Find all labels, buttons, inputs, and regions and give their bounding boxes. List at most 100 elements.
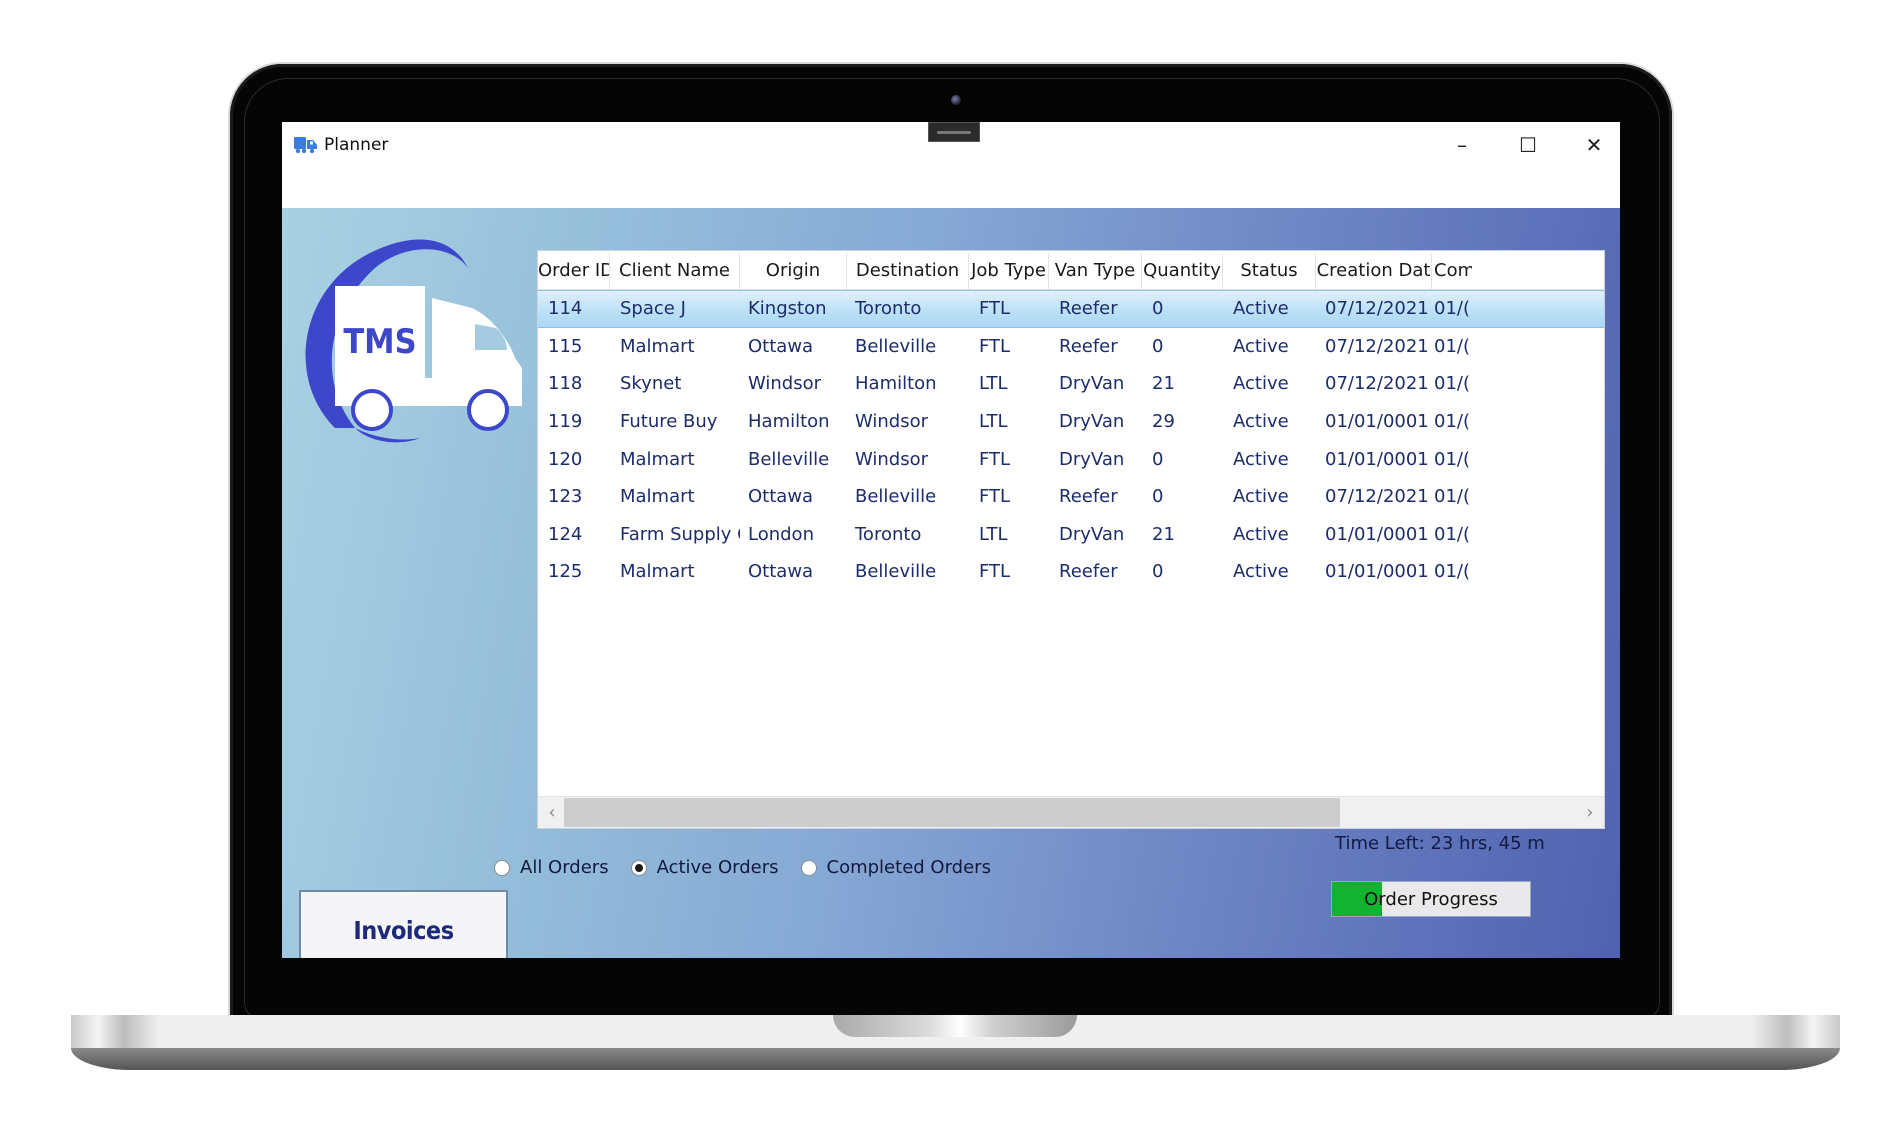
cell-completion-date: 01/(: [1434, 561, 1470, 583]
cell-origin: Ottawa: [748, 561, 814, 583]
cell-order-id: 124: [548, 523, 583, 545]
column-header-completion-date[interactable]: Com: [1432, 253, 1472, 289]
cell-van-type: DryVan: [1059, 523, 1125, 545]
time-left-label: Time Left: 23 hrs, 45 m: [1335, 833, 1545, 854]
cell-completion-date: 01/(: [1434, 335, 1470, 357]
app-window: Planner – ☐ ✕ TMS Invoices Orders: [282, 122, 1620, 958]
cell-van-type: Reefer: [1059, 486, 1118, 508]
cell-origin: Belleville: [748, 448, 830, 470]
cell-completion-date: 01/(: [1434, 486, 1470, 508]
cell-creation-date: 01/01/0001: [1325, 523, 1429, 545]
radio-label: Completed Orders: [826, 857, 991, 878]
cell-origin: London: [748, 523, 814, 545]
cell-van-type: Reefer: [1059, 561, 1118, 583]
cell-job-type: LTL: [979, 411, 1008, 433]
radio-completed-orders[interactable]: Completed Orders: [800, 857, 991, 878]
cell-creation-date: 07/12/2021: [1325, 486, 1429, 508]
column-header-job-type[interactable]: Job Type: [969, 253, 1049, 289]
cell-completion-date: 01/(: [1434, 373, 1470, 395]
cell-job-type: LTL: [979, 373, 1008, 395]
table-body: 114 Space J Kingston Toronto FTL Reefer 0 Activ…: [538, 290, 1604, 591]
table-row[interactable]: 120 Malmart Belleville Windsor FTL DryVan 0 Act…: [538, 440, 1604, 478]
cell-origin: Kingston: [748, 298, 827, 320]
cell-quantity: 0: [1152, 335, 1164, 357]
table-row[interactable]: 119 Future Buy Hamilton Windsor LTL DryVan 29 A…: [538, 403, 1604, 441]
cell-destination: Windsor: [855, 448, 929, 470]
scrollbar-thumb[interactable]: [564, 798, 1340, 827]
cell-quantity: 21: [1152, 523, 1175, 545]
cell-van-type: Reefer: [1059, 335, 1118, 357]
table-row[interactable]: 125 Malmart Ottawa Belleville FTL Reefer 0 Acti…: [538, 553, 1604, 591]
scroll-right-button[interactable]: ›: [1578, 797, 1602, 828]
order-filter-radio-group: All Orders Active Orders Completed Order…: [494, 857, 1013, 878]
table-row[interactable]: 123 Malmart Ottawa Belleville FTL Reefer 0 Acti…: [538, 478, 1604, 516]
column-header-creation-date[interactable]: Creation Dat: [1316, 253, 1432, 289]
cell-completion-date: 01/(: [1434, 523, 1470, 545]
laptop-base-shadow: [71, 1048, 1840, 1070]
laptop-hinge: [833, 1015, 1077, 1037]
cell-order-id: 120: [548, 448, 583, 470]
scroll-left-button[interactable]: ‹: [540, 797, 564, 828]
cell-order-id: 125: [548, 561, 583, 583]
minimize-button[interactable]: –: [1434, 128, 1490, 162]
radio-button[interactable]: [494, 859, 510, 876]
cell-job-type: FTL: [979, 561, 1011, 583]
horizontal-scrollbar[interactable]: ‹ ›: [538, 796, 1604, 828]
radio-label: Active Orders: [656, 857, 779, 878]
cell-job-type: FTL: [979, 298, 1011, 320]
cell-origin: Hamilton: [748, 411, 830, 433]
cell-completion-date: 01/(: [1434, 298, 1470, 320]
cell-creation-date: 07/12/2021: [1325, 298, 1429, 320]
cell-status: Active: [1233, 411, 1289, 433]
close-icon: ✕: [1585, 133, 1603, 157]
cell-status: Active: [1233, 373, 1289, 395]
tms-truck-logo: TMS: [305, 239, 522, 443]
cell-status: Active: [1233, 523, 1289, 545]
radio-all-orders[interactable]: All Orders: [494, 857, 609, 878]
maximize-button[interactable]: ☐: [1500, 128, 1556, 162]
cell-client-name: Farm Supply Co: [620, 523, 740, 545]
column-header-client-name[interactable]: Client Name: [610, 253, 740, 289]
table-row[interactable]: 124 Farm Supply Co London Toronto LTL DryVan 2…: [538, 516, 1604, 554]
cell-quantity: 0: [1152, 486, 1164, 508]
cell-quantity: 0: [1152, 448, 1164, 470]
cell-status: Active: [1233, 486, 1289, 508]
main-content: TMS Invoices Orders Order ID Client Name…: [282, 208, 1620, 958]
column-header-order-id[interactable]: Order ID: [538, 253, 610, 289]
cell-status: Active: [1233, 335, 1289, 357]
cell-origin: Ottawa: [748, 335, 814, 357]
cell-job-type: FTL: [979, 486, 1011, 508]
cell-client-name: Skynet: [620, 373, 682, 395]
cell-destination: Belleville: [855, 486, 937, 508]
cell-order-id: 123: [548, 486, 583, 508]
cell-destination: Belleville: [855, 561, 937, 583]
table-row[interactable]: 115 Malmart Ottawa Belleville FTL Reefer 0 Acti…: [538, 328, 1604, 366]
cell-client-name: Malmart: [620, 561, 695, 583]
column-header-destination[interactable]: Destination: [847, 253, 969, 289]
cell-creation-date: 01/01/0001: [1325, 561, 1429, 583]
invoices-button[interactable]: Invoices: [299, 890, 508, 958]
table-row[interactable]: 114 Space J Kingston Toronto FTL Reefer 0 Activ…: [538, 290, 1604, 328]
orders-table[interactable]: Order ID Client Name Origin Destination …: [537, 250, 1605, 829]
column-header-status[interactable]: Status: [1223, 253, 1316, 289]
cell-quantity: 21: [1152, 373, 1175, 395]
table-row[interactable]: 118 Skynet Windsor Hamilton LTL DryVan 21 Activ…: [538, 365, 1604, 403]
cell-quantity: 29: [1152, 411, 1175, 433]
table-header: Order ID Client Name Origin Destination …: [538, 253, 1604, 290]
radio-active-orders[interactable]: Active Orders: [630, 857, 779, 878]
cell-client-name: Malmart: [620, 486, 695, 508]
column-header-origin[interactable]: Origin: [740, 253, 847, 289]
logo-text: TMS: [343, 322, 416, 362]
cell-destination: Belleville: [855, 335, 937, 357]
radio-button[interactable]: [630, 859, 647, 876]
cell-completion-date: 01/(: [1434, 448, 1470, 470]
close-button[interactable]: ✕: [1566, 128, 1620, 162]
chevron-right-icon: ›: [1586, 802, 1594, 823]
radio-button[interactable]: [800, 859, 817, 876]
cell-destination: Toronto: [855, 523, 922, 545]
cell-order-id: 119: [548, 411, 583, 433]
cell-van-type: DryVan: [1059, 448, 1125, 470]
column-header-quantity[interactable]: Quantity: [1142, 253, 1223, 289]
column-header-van-type[interactable]: Van Type: [1049, 253, 1142, 289]
cell-quantity: 0: [1152, 561, 1164, 583]
